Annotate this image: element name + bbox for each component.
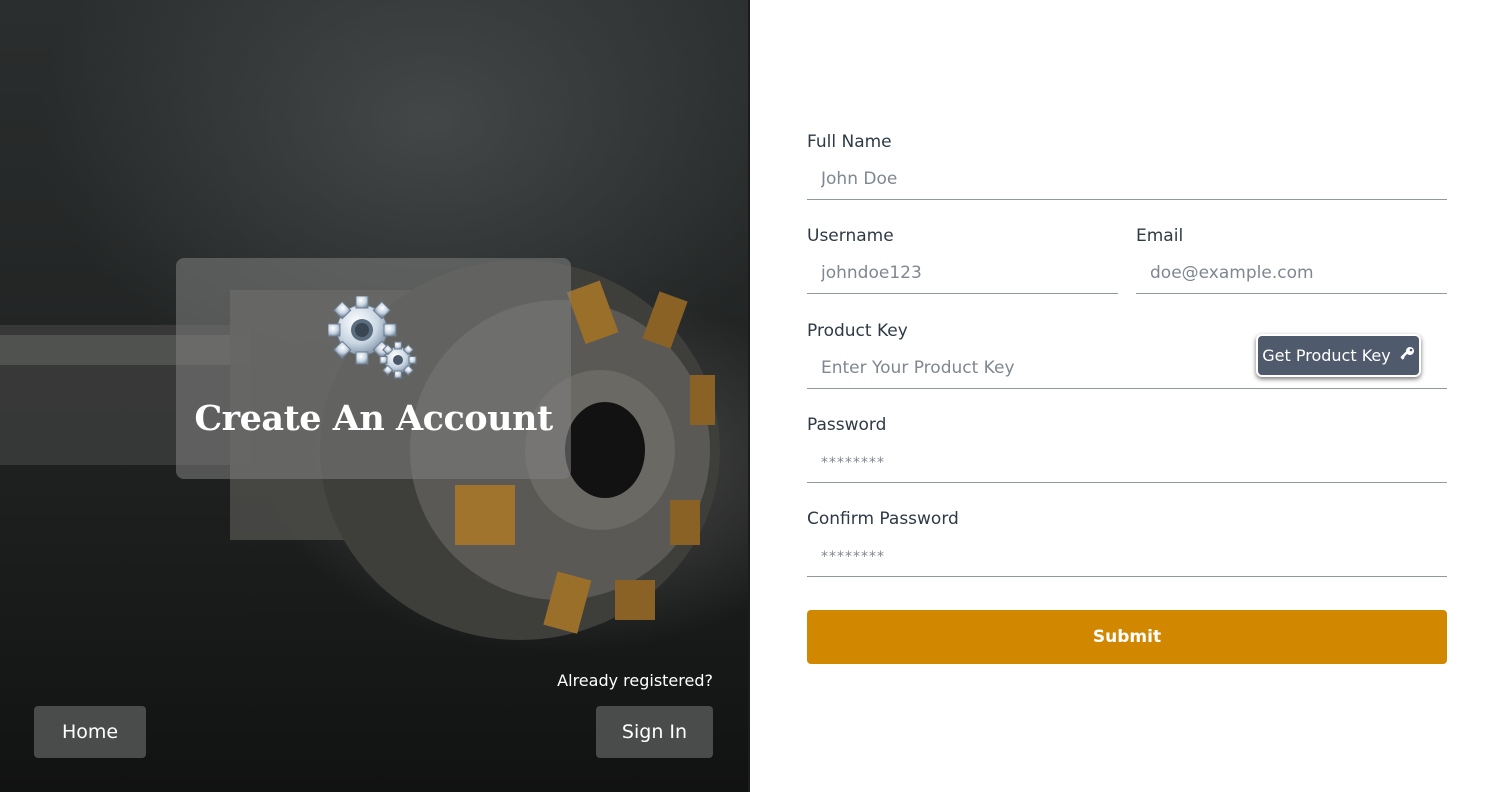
username-input[interactable] <box>807 252 1118 294</box>
submit-button[interactable]: Submit <box>807 610 1447 664</box>
get-product-key-button[interactable]: Get Product Key <box>1256 334 1421 377</box>
home-button[interactable]: Home <box>34 706 146 758</box>
key-icon <box>1399 346 1415 366</box>
panel-divider <box>748 0 750 792</box>
confirm-password-field: Confirm Password <box>807 509 1447 581</box>
gears-icon <box>327 295 420 382</box>
full-name-field: Full Name <box>807 132 1447 204</box>
full-name-label: Full Name <box>807 132 892 152</box>
product-key-label: Product Key <box>807 321 908 341</box>
get-product-key-label: Get Product Key <box>1262 346 1391 365</box>
full-name-input[interactable] <box>807 158 1447 200</box>
confirm-password-input[interactable] <box>807 535 1447 577</box>
sign-in-button[interactable]: Sign In <box>596 706 713 758</box>
email-label: Email <box>1136 226 1184 246</box>
password-label: Password <box>807 415 887 435</box>
title-card: Create An Account <box>176 258 571 479</box>
username-label: Username <box>807 226 894 246</box>
page-title: Create An Account <box>194 398 553 439</box>
password-field: Password <box>807 415 1447 487</box>
already-registered-text: Already registered? <box>557 671 713 690</box>
username-field: Username <box>807 226 1118 298</box>
password-input[interactable] <box>807 441 1447 483</box>
email-input[interactable] <box>1136 252 1447 294</box>
confirm-password-label: Confirm Password <box>807 509 959 529</box>
email-field: Email <box>1136 226 1447 298</box>
hero-panel: Create An Account Already registered? Ho… <box>0 0 750 792</box>
